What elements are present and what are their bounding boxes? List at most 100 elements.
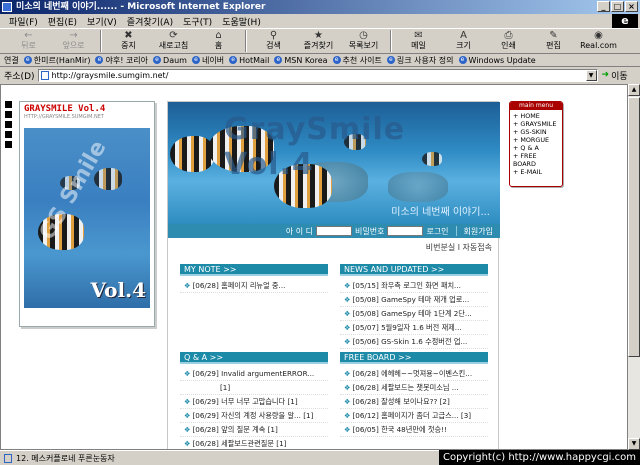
menu-tools[interactable]: 도구(T) — [178, 15, 217, 28]
menu-help[interactable]: 도움말(H) — [217, 15, 266, 28]
back-icon: ← — [24, 30, 33, 41]
list-item[interactable]: ❖ [06/12] 홈페이지가 좀더 고급스... [3] — [340, 409, 488, 423]
qna-header[interactable]: Q & A >> — [180, 352, 328, 364]
item-text: 좌우측 로그인 화면 패치... — [381, 281, 461, 290]
menu-graysmile[interactable]: + GRAYSMILE — [513, 120, 559, 128]
item-text: 에헤헤~~멋져용~이벤스킨... — [381, 369, 473, 378]
item-date: [06/29] — [192, 397, 219, 406]
home-button[interactable]: ⌂ 홈 — [196, 29, 241, 53]
list-item[interactable]: ❖ [06/29] 자신의 계정 사용량을 알... [1] — [180, 409, 328, 423]
close-button[interactable]: × — [625, 1, 638, 12]
link-hotmail[interactable]: e HotMail — [229, 56, 269, 65]
list-item[interactable]: ❖ [06/05] 한국 48년만에 첫승!! — [340, 423, 488, 437]
edit-icon: ✎ — [549, 30, 558, 41]
toolbar-separator — [245, 30, 247, 52]
menu-morgue[interactable]: + MORGUE — [513, 136, 559, 144]
favorites-button[interactable]: ★ 즐겨찾기 — [296, 29, 341, 53]
print-button[interactable]: ⎙ 인쇄 — [486, 29, 531, 53]
font-size-button[interactable]: A 크기 — [441, 29, 486, 53]
menu-edit[interactable]: 편집(E) — [43, 15, 82, 28]
scroll-thumb[interactable] — [628, 97, 640, 357]
menu-email[interactable]: + E-MAIL — [513, 168, 559, 176]
link-naver[interactable]: e 네이버 — [191, 55, 224, 66]
list-item[interactable]: [1] — [180, 381, 328, 395]
refresh-button[interactable]: ⟳ 새로고침 — [151, 29, 196, 53]
maximize-button[interactable]: □ — [611, 1, 624, 12]
item-date: [05/06] — [352, 337, 379, 346]
list-item[interactable]: ❖ [05/15] 좌우측 로그인 화면 패치... — [340, 279, 488, 293]
link-msn[interactable]: e MSN Korea — [274, 56, 328, 65]
side-nav-square[interactable] — [5, 101, 12, 108]
realplayer-button[interactable]: ◉ Real.com — [576, 29, 621, 53]
window-title: 미소의 네번째 이야기...... - Microsoft Internet E… — [16, 2, 266, 12]
menu-favorites[interactable]: 즐겨찾기(A) — [122, 15, 178, 28]
list-item[interactable]: ❖ [05/07] 5월9일자 1.6 버전 재제... — [340, 321, 488, 335]
vertical-scrollbar[interactable]: ▲ ▼ — [628, 84, 640, 450]
side-nav-square[interactable] — [5, 121, 12, 128]
menu-free-board[interactable]: + FREE BOARD — [513, 152, 559, 168]
back-button[interactable]: ← 뒤로 — [6, 29, 51, 53]
edit-button[interactable]: ✎ 편집 — [531, 29, 576, 53]
bullet-icon: ❖ — [344, 295, 351, 304]
menu-home[interactable]: + HOME — [513, 112, 559, 120]
ie-link-icon: e — [153, 56, 162, 64]
list-item[interactable]: ❖ [06/28] 세팔보드관련질문 [1] — [180, 437, 328, 449]
bullet-icon: ❖ — [344, 337, 351, 346]
list-item[interactable]: ❖ [05/08] GameSpy 테마 1단계 2단... — [340, 307, 488, 321]
list-item[interactable]: ❖ [05/06] GS-Skin 1.6 수정버전 업... — [340, 335, 488, 349]
favorites-icon: ★ — [314, 30, 323, 41]
side-nav-square[interactable] — [5, 141, 12, 148]
go-label: 이동 — [611, 71, 628, 82]
history-button[interactable]: ◷ 목록보기 — [341, 29, 386, 53]
go-button[interactable]: ➜ 이동 — [602, 69, 628, 82]
link-daum[interactable]: e Daum — [153, 56, 187, 65]
menu-qna[interactable]: + Q & A — [513, 144, 559, 152]
search-button[interactable]: ⚲ 검색 — [251, 29, 296, 53]
toolbar-label: 앞으로 — [62, 41, 85, 50]
item-text: Invalid argumentERROR... — [221, 369, 315, 378]
toolbar-label: 목록보기 — [348, 41, 379, 50]
scroll-down-icon[interactable]: ▼ — [628, 438, 640, 450]
freeboard-header[interactable]: FREE BOARD >> — [340, 352, 488, 364]
news-header[interactable]: NEWS AND UPDATED >> — [340, 264, 488, 276]
id-input[interactable] — [316, 226, 352, 236]
list-item[interactable]: ❖ [06/28] 홈페이지 리뉴얼 중... — [180, 279, 328, 293]
menu-gs-skin[interactable]: + GS-SKIN — [513, 128, 559, 136]
link-label: HotMail — [239, 55, 270, 65]
side-nav-square[interactable] — [5, 131, 12, 138]
forward-button[interactable]: → 앞으로 — [51, 29, 96, 53]
list-item[interactable]: ❖ [06/28] 세팔보드는 챗봇미소님 ... — [340, 381, 488, 395]
link-yahoo[interactable]: e 야후! 코리아 — [95, 55, 148, 66]
join-button[interactable]: 회원가입 — [464, 226, 493, 237]
list-item[interactable]: ❖ [06/28] 잘성해 보이나요?? [2] — [340, 395, 488, 409]
list-item[interactable]: ❖ [06/28] 앞의 질문 계속 [1] — [180, 423, 328, 437]
qna-list: ❖ [06/29] Invalid argumentERROR... [1] ❖ [06… — [180, 364, 328, 449]
bullet-icon: ❖ — [344, 397, 351, 406]
mail-button[interactable]: ✉ 메일 — [396, 29, 441, 53]
window-title-bar[interactable]: 미소의 네번째 이야기...... - Microsoft Internet E… — [0, 0, 640, 14]
list-item[interactable]: ❖ [06/29] 너무 너무 고맙습니다 [1] — [180, 395, 328, 409]
account-links[interactable]: 비번분실 l 자동접속 — [426, 242, 492, 253]
address-input[interactable]: http://graysmile.sumgim.net/ ▼ — [37, 68, 598, 82]
menu-file[interactable]: 파일(F) — [4, 15, 43, 28]
link-hanmir[interactable]: e 한미르(HanMir) — [23, 55, 90, 66]
list-item[interactable]: ❖ [06/28] 에헤헤~~멋져용~이벤스킨... — [340, 367, 488, 381]
address-dropdown-icon[interactable]: ▼ — [585, 69, 597, 81]
scroll-up-icon[interactable]: ▲ — [628, 84, 640, 96]
mynote-header[interactable]: MY NOTE >> — [180, 264, 328, 276]
link-recommended[interactable]: e 추천 사이트 — [332, 55, 382, 66]
stop-button[interactable]: ✖ 중지 — [106, 29, 151, 53]
list-item[interactable]: ❖ [05/08] GameSpy 테마 재개 업로... — [340, 293, 488, 307]
toolbar-separator — [100, 30, 102, 52]
login-button[interactable]: 로그인 — [426, 226, 448, 237]
side-nav-square[interactable] — [5, 111, 12, 118]
link-windows-update[interactable]: e Windows Update — [458, 56, 536, 65]
minimize-button[interactable]: _ — [597, 1, 610, 12]
list-item[interactable]: ❖ [06/29] Invalid argumentERROR... — [180, 367, 328, 381]
menu-view[interactable]: 보기(V) — [82, 15, 122, 28]
bullet-icon: ❖ — [344, 309, 351, 318]
cover-card: GRAYSMILE Vol.4 HTTP://GRAYSMILE.SUMGIM.… — [19, 101, 155, 327]
password-input[interactable] — [387, 226, 424, 236]
ie-link-icon: e — [458, 56, 467, 64]
link-customize[interactable]: e 링크 사용자 정의 — [386, 55, 454, 66]
